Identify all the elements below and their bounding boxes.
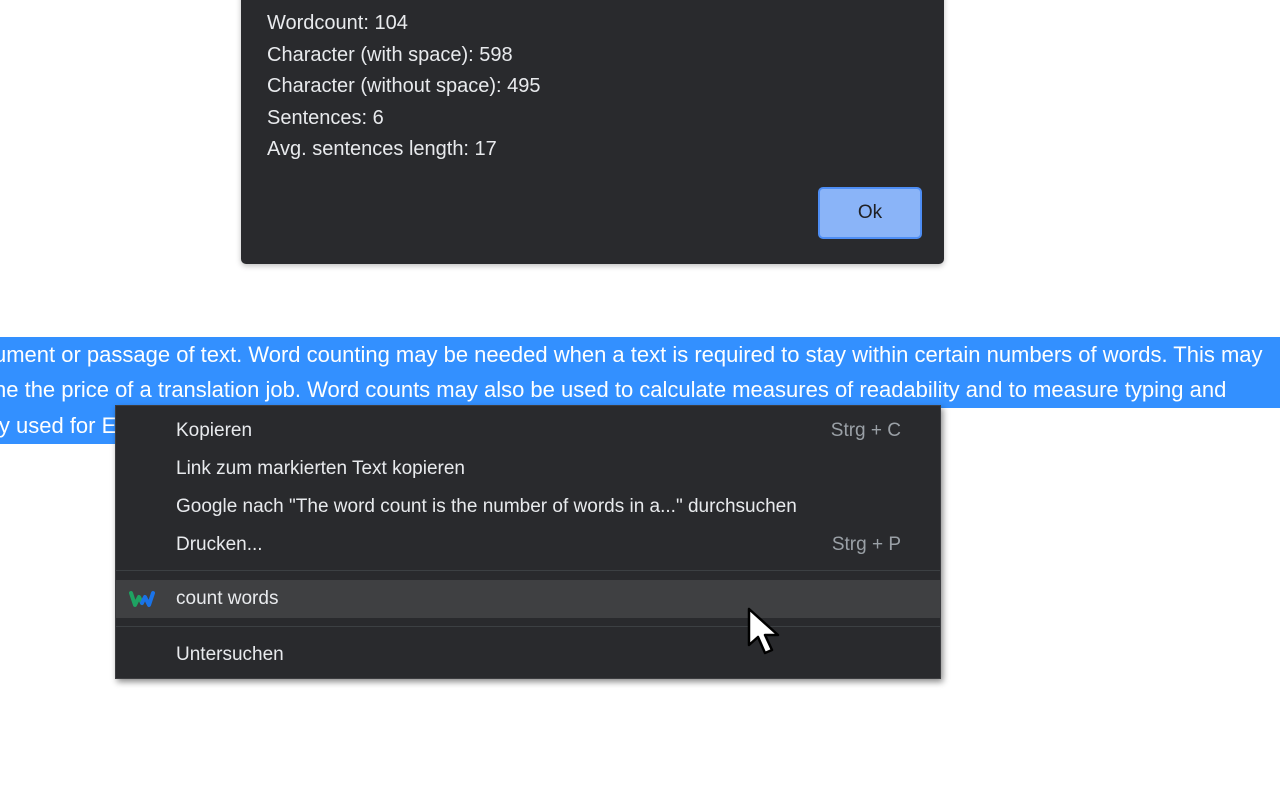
menu-item-print[interactable]: Drucken... Strg + P: [116, 526, 940, 564]
menu-item-count-words[interactable]: count words: [116, 580, 940, 618]
browser-page: Wordcount: 104 Character (with space): 5…: [0, 0, 1280, 800]
menu-item-copy-link-to-text[interactable]: Link zum markierten Text kopieren: [116, 450, 940, 488]
menu-separator: [116, 570, 940, 571]
menu-item-label: Kopieren: [176, 420, 253, 441]
menu-item-label: count words: [176, 588, 279, 609]
ok-button[interactable]: Ok: [818, 187, 922, 239]
menu-item-shortcut: Strg + P: [831, 534, 901, 555]
menu-item-inspect[interactable]: Untersuchen: [116, 636, 940, 674]
word-count-alert-dialog: Wordcount: 104 Character (with space): 5…: [241, 0, 944, 264]
menu-item-google-search[interactable]: Google nach "The word count is the numbe…: [116, 488, 940, 526]
word-counter-extension-icon: [129, 588, 155, 610]
character-with-space-text: Character (with space): 598: [267, 43, 513, 66]
menu-item-shortcut: Strg + C: [830, 420, 901, 441]
menu-separator: [116, 626, 940, 627]
character-without-space-text: Character (without space): 495: [267, 75, 541, 97]
context-menu: Kopieren Strg + C Link zum markierten Te…: [115, 405, 941, 679]
menu-item-label: Link zum markierten Text kopieren: [176, 458, 465, 479]
menu-item-label: Untersuchen: [176, 644, 284, 665]
avg-sentence-length-text: Avg. sentences length: 17: [267, 138, 497, 160]
wordcount-text: Wordcount: 104: [267, 12, 408, 34]
word-count-results: Wordcount: 104 Character (with space): 5…: [267, 8, 540, 166]
sentences-text: Sentences: 6: [267, 106, 384, 129]
selected-text-line[interactable]: ne the price of a translation job. Word …: [0, 372, 1280, 408]
menu-item-label: Google nach "The word count is the numbe…: [176, 496, 797, 517]
selected-text-line[interactable]: ly used for E: [0, 408, 120, 444]
menu-item-label: Drucken...: [176, 534, 263, 555]
menu-item-copy[interactable]: Kopieren Strg + C: [116, 412, 940, 450]
selected-text-line[interactable]: ument or passage of text. Word counting …: [0, 337, 1280, 373]
